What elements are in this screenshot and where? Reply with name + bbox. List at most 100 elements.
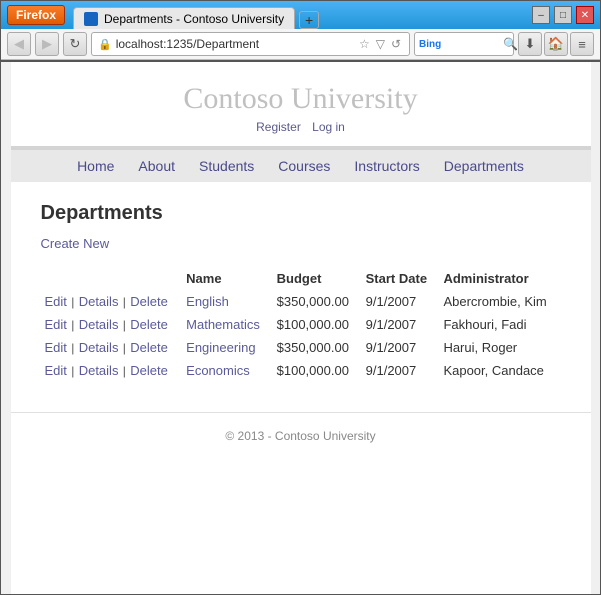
action-details-link[interactable]: Details bbox=[79, 340, 119, 355]
action-cell: Edit | Details | Delete bbox=[41, 359, 183, 382]
dept-name-cell: Economics bbox=[182, 359, 272, 382]
bing-logo: Bing bbox=[419, 39, 441, 50]
maximize-button[interactable]: □ bbox=[554, 6, 572, 24]
login-link[interactable]: Log in bbox=[312, 120, 345, 134]
table-row: Edit | Details | DeleteEnglish$350,000.0… bbox=[41, 290, 561, 313]
site-header: Contoso University Register Log in bbox=[11, 62, 591, 149]
browser-tab[interactable]: Departments - Contoso University bbox=[73, 7, 295, 29]
refresh-button[interactable]: ↻ bbox=[63, 32, 87, 56]
site-title: Contoso University bbox=[11, 82, 591, 116]
download-button[interactable]: ⬇ bbox=[518, 32, 542, 56]
page-footer: © 2013 - Contoso University bbox=[11, 412, 591, 459]
browser-window: Firefox Departments - Contoso University… bbox=[0, 0, 601, 595]
dept-name-cell: Mathematics bbox=[182, 313, 272, 336]
action-separator: | bbox=[68, 364, 78, 378]
search-icon[interactable]: 🔍 bbox=[503, 37, 518, 51]
action-details-link[interactable]: Details bbox=[79, 363, 119, 378]
administrator-cell: Fakhouri, Fadi bbox=[439, 313, 560, 336]
address-bar[interactable]: 🔒 localhost:1235/Department ☆ ▽ ↺ bbox=[91, 32, 410, 56]
new-tab-button[interactable]: + bbox=[299, 11, 319, 29]
header-row: Name Budget Start Date Administrator bbox=[41, 267, 561, 290]
nav-courses[interactable]: Courses bbox=[278, 158, 330, 174]
page-heading: Departments bbox=[41, 202, 561, 225]
dept-name-cell: English bbox=[182, 290, 272, 313]
address-lock-icon: 🔒 bbox=[98, 38, 112, 51]
page-content: Contoso University Register Log in Home … bbox=[1, 60, 600, 594]
firefox-button[interactable]: Firefox bbox=[7, 5, 65, 25]
main-content: Departments Create New Name Budget Start… bbox=[11, 182, 591, 402]
address-text: localhost:1235/Department bbox=[116, 37, 353, 51]
tab-favicon bbox=[84, 12, 98, 26]
extra-nav-buttons: ⬇ 🏠 ≡ bbox=[518, 32, 594, 56]
action-separator: | bbox=[119, 318, 129, 332]
table-row: Edit | Details | DeleteEconomics$100,000… bbox=[41, 359, 561, 382]
navigation-bar: ◀ ▶ ↻ 🔒 localhost:1235/Department ☆ ▽ ↺ … bbox=[1, 29, 600, 60]
address-actions: ☆ ▽ ↺ bbox=[357, 37, 403, 51]
register-link[interactable]: Register bbox=[256, 120, 301, 134]
action-delete-link[interactable]: Delete bbox=[130, 340, 168, 355]
start-date-cell: 9/1/2007 bbox=[362, 359, 440, 382]
budget-cell: $100,000.00 bbox=[273, 313, 362, 336]
action-cell: Edit | Details | Delete bbox=[41, 290, 183, 313]
departments-table: Name Budget Start Date Administrator Edi… bbox=[41, 267, 561, 382]
window-controls: – □ ✕ bbox=[532, 6, 594, 24]
footer-text: © 2013 - Contoso University bbox=[225, 429, 375, 443]
table-body: Edit | Details | DeleteEnglish$350,000.0… bbox=[41, 290, 561, 382]
nav-about[interactable]: About bbox=[138, 158, 175, 174]
action-cell: Edit | Details | Delete bbox=[41, 313, 183, 336]
budget-cell: $350,000.00 bbox=[273, 336, 362, 359]
start-date-cell: 9/1/2007 bbox=[362, 336, 440, 359]
action-separator: | bbox=[68, 341, 78, 355]
budget-cell: $350,000.00 bbox=[273, 290, 362, 313]
tab-title: Departments - Contoso University bbox=[104, 12, 284, 26]
table-row: Edit | Details | DeleteMathematics$100,0… bbox=[41, 313, 561, 336]
col-name: Name bbox=[182, 267, 272, 290]
col-administrator: Administrator bbox=[439, 267, 560, 290]
action-edit-link[interactable]: Edit bbox=[45, 340, 67, 355]
bookmark-star-button[interactable]: ☆ bbox=[357, 37, 372, 51]
action-edit-link[interactable]: Edit bbox=[45, 363, 67, 378]
forward-button[interactable]: ▶ bbox=[35, 32, 59, 56]
action-edit-link[interactable]: Edit bbox=[45, 317, 67, 332]
action-cell: Edit | Details | Delete bbox=[41, 336, 183, 359]
administrator-cell: Harui, Roger bbox=[439, 336, 560, 359]
start-date-cell: 9/1/2007 bbox=[362, 313, 440, 336]
auth-links: Register Log in bbox=[11, 120, 591, 134]
site-wrapper: Contoso University Register Log in Home … bbox=[11, 62, 591, 594]
budget-cell: $100,000.00 bbox=[273, 359, 362, 382]
home-button[interactable]: 🏠 bbox=[544, 32, 568, 56]
action-details-link[interactable]: Details bbox=[79, 317, 119, 332]
table-row: Edit | Details | DeleteEngineering$350,0… bbox=[41, 336, 561, 359]
reload-addr-button[interactable]: ↺ bbox=[389, 37, 403, 51]
col-budget: Budget bbox=[273, 267, 362, 290]
bookmark-arrow-button[interactable]: ▽ bbox=[374, 37, 387, 51]
dept-name-cell: Engineering bbox=[182, 336, 272, 359]
title-bar: Firefox Departments - Contoso University… bbox=[1, 1, 600, 29]
action-delete-link[interactable]: Delete bbox=[130, 363, 168, 378]
action-details-link[interactable]: Details bbox=[79, 294, 119, 309]
col-actions bbox=[41, 267, 183, 290]
search-input[interactable] bbox=[443, 38, 503, 50]
back-button[interactable]: ◀ bbox=[7, 32, 31, 56]
nav-home[interactable]: Home bbox=[77, 158, 114, 174]
nav-departments[interactable]: Departments bbox=[444, 158, 524, 174]
table-header: Name Budget Start Date Administrator bbox=[41, 267, 561, 290]
nav-menu: Home About Students Courses Instructors … bbox=[11, 149, 591, 182]
action-delete-link[interactable]: Delete bbox=[130, 317, 168, 332]
nav-instructors[interactable]: Instructors bbox=[354, 158, 419, 174]
action-separator: | bbox=[68, 295, 78, 309]
menu-button[interactable]: ≡ bbox=[570, 32, 594, 56]
action-delete-link[interactable]: Delete bbox=[130, 294, 168, 309]
minimize-button[interactable]: – bbox=[532, 6, 550, 24]
action-edit-link[interactable]: Edit bbox=[45, 294, 67, 309]
tab-bar: Departments - Contoso University + bbox=[73, 1, 532, 29]
search-bar[interactable]: Bing 🔍 bbox=[414, 32, 514, 56]
administrator-cell: Kapoor, Candace bbox=[439, 359, 560, 382]
action-separator: | bbox=[119, 295, 129, 309]
col-start-date: Start Date bbox=[362, 267, 440, 290]
nav-students[interactable]: Students bbox=[199, 158, 254, 174]
start-date-cell: 9/1/2007 bbox=[362, 290, 440, 313]
close-button[interactable]: ✕ bbox=[576, 6, 594, 24]
administrator-cell: Abercrombie, Kim bbox=[439, 290, 560, 313]
create-new-link[interactable]: Create New bbox=[41, 236, 110, 251]
